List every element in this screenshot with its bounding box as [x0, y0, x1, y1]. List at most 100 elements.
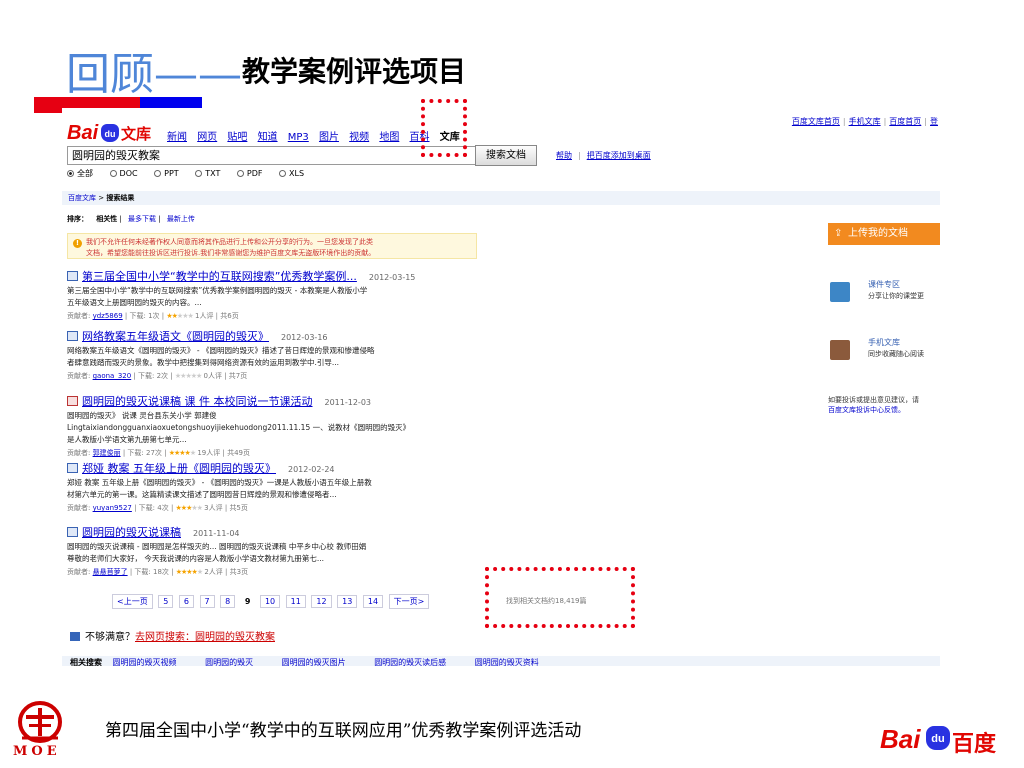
toplink-login[interactable]: 登: [930, 117, 938, 126]
complaint-note: 如要投诉或提出意见建议，请 百度文库投诉中心反馈。: [828, 396, 919, 414]
unsatisfied-prompt: 不够满意？去网页搜索：圆明园的毁灭教案: [70, 628, 275, 643]
nav-images[interactable]: 图片: [319, 132, 339, 143]
toplink-wenku-home[interactable]: 百度文库首页: [792, 117, 840, 126]
toplink-mobile-wenku[interactable]: 手机文库: [849, 117, 881, 126]
nav-web[interactable]: 网页: [197, 132, 217, 143]
result-title-link[interactable]: 郑娅 教案 五年级上册《圆明园的毁灭》: [82, 462, 276, 475]
result-date: 2012-02-24: [288, 465, 335, 474]
highlight-result-count: [485, 567, 635, 628]
logo-baidu-text: 百度: [952, 732, 997, 757]
filetype-all[interactable]: 全部: [67, 169, 93, 178]
result-title-link[interactable]: 圆明园的毁灭说课稿: [82, 526, 181, 539]
footer-caption: 第四届全国中小学“教学中的互联网应用”优秀教学案例评选活动: [105, 721, 582, 741]
related-item[interactable]: 圆明园的毁灭: [205, 658, 253, 666]
pager-next[interactable]: 下一页>: [388, 594, 430, 609]
top-links: 百度文库首页 | 手机文库 | 百度首页 | 登: [791, 117, 938, 126]
filetype-pdf[interactable]: PDF: [236, 169, 263, 178]
result-item: 圆明园的毁灭说课稿 2011-11-04 圆明园的毁灭说课稿 - 圆明园是怎样毁灭…: [67, 524, 487, 577]
contributor-link[interactable]: 郭建俊丽: [93, 449, 121, 457]
nav-video[interactable]: 视频: [349, 132, 369, 143]
radio-icon: [154, 170, 162, 177]
filetype-doc[interactable]: DOC: [109, 169, 138, 178]
nav-tieba[interactable]: 贴吧: [227, 132, 247, 143]
baidu-wenku-logo[interactable]: Bai du 文库: [67, 122, 159, 144]
nav-zhidao[interactable]: 知道: [258, 132, 278, 143]
result-title-link[interactable]: 网络教案五年级语文《圆明园的毁灭》: [82, 330, 269, 343]
pager-page[interactable]: 8: [220, 595, 236, 608]
sidebar-mobile-wenku[interactable]: 手机文库 同步收藏随心阅读: [828, 337, 940, 367]
nav-news[interactable]: 新闻: [167, 132, 187, 143]
search-button[interactable]: 搜索文档: [475, 145, 537, 166]
doc-icon: [67, 331, 78, 341]
filetype-xls[interactable]: XLS: [279, 169, 304, 178]
contributor-link[interactable]: yuyan9527: [93, 504, 132, 512]
search-input[interactable]: 圆明园的毁灭教案: [67, 146, 477, 165]
moe-text: MOE: [13, 744, 61, 759]
doc-icon: [67, 527, 78, 537]
radio-selected-icon: [67, 170, 74, 177]
result-desc: 尊敬的老师们大家好， 今天我说课的内容是人教版小学语文教材第九册第七...: [67, 554, 325, 563]
pager-page[interactable]: 13: [337, 595, 358, 608]
logo-wenku-text: 文库: [121, 125, 152, 143]
web-search-icon: [70, 632, 80, 641]
sort-newest[interactable]: 最新上传: [167, 215, 195, 223]
pager-page[interactable]: 12: [311, 595, 332, 608]
filetype-ppt[interactable]: PPT: [154, 169, 179, 178]
slide-title-review: 回顾——: [66, 49, 242, 100]
help-link[interactable]: 帮助: [556, 151, 572, 160]
related-item[interactable]: 圆明园的毁灭视频: [113, 658, 177, 666]
pager-page[interactable]: 6: [178, 595, 194, 608]
result-title-link[interactable]: 第三届全国中小学“教学中的互联网搜索”优秀教学案例...: [82, 270, 357, 283]
sort-most-downloads[interactable]: 最多下载: [128, 215, 156, 223]
pager-prev[interactable]: <上一页: [112, 594, 153, 609]
nav-mp3[interactable]: MP3: [288, 132, 309, 143]
nav-map[interactable]: 地图: [379, 132, 399, 143]
star-rating: ★★★★★: [168, 449, 196, 457]
result-item: 第三届全国中小学“教学中的互联网搜索”优秀教学案例... 2012-03-15 第…: [67, 268, 487, 321]
related-label: 相关搜索: [70, 658, 102, 666]
star-rating: ★★★★★: [175, 504, 203, 512]
contributor-link[interactable]: 悬悬苜萝了: [93, 568, 128, 576]
warning-icon: !: [73, 239, 82, 248]
contributor-link[interactable]: gaona_320: [93, 372, 132, 380]
toplink-baidu-home[interactable]: 百度首页: [889, 117, 921, 126]
radio-icon: [279, 170, 287, 177]
doc-icon: [67, 271, 78, 281]
complaint-center-link[interactable]: 百度文库投诉中心反馈。: [828, 406, 905, 414]
pager-page[interactable]: 11: [285, 595, 306, 608]
result-date: 2011-12-03: [324, 398, 372, 407]
sidebar-courseware[interactable]: 课件专区 分享让你的课堂更: [828, 279, 940, 309]
breadcrumb-current: 搜索结果: [106, 194, 135, 202]
result-meta: 贡献者: 悬悬苜萝了 | 下载: 18次 | ★★★★★ 2人评 | 共3页: [67, 568, 249, 576]
result-title-link[interactable]: 圆明园的毁灭说课稿 课 件 本校同说一节课活动: [82, 395, 313, 408]
web-search-link[interactable]: 去网页搜索：圆明园的毁灭教案: [135, 632, 275, 643]
pager-page[interactable]: 14: [362, 595, 384, 608]
result-item: 网络教案五年级语文《圆明园的毁灭》 2012-03-16 网络教案五年级语文《圆明…: [67, 328, 487, 381]
sort-relevance[interactable]: 相关性: [96, 215, 117, 223]
related-item[interactable]: 圆明园的毁灭读后感: [374, 658, 446, 666]
breadcrumb: 百度文库 > 搜索结果: [62, 191, 940, 205]
result-desc: 材第六单元的第一课。这篇精读课文描述了圆明园昔日辉煌的景观和惨遭侵略者...: [67, 490, 337, 499]
star-rating: ★★★★★: [166, 312, 193, 320]
result-desc: 郑娅 教案 五年级上册《圆明园的毁灭》 - 《圆明园的毁灭》一课是人教版小语五年…: [67, 478, 372, 487]
highlight-wenku-tab: [421, 99, 467, 157]
filetype-txt[interactable]: TXT: [195, 169, 220, 178]
radio-icon: [109, 170, 117, 177]
breadcrumb-home[interactable]: 百度文库: [68, 194, 96, 202]
result-item: 郑娅 教案 五年级上册《圆明园的毁灭》 2012-02-24 郑娅 教案 五年级上…: [67, 460, 487, 513]
result-desc: 圆明园的毁灭说课稿 - 圆明园是怎样毁灭的... 圆明园的毁灭说课稿 中平乡中心…: [67, 542, 367, 551]
star-rating: ★★★★★: [174, 372, 202, 380]
radio-icon: [195, 170, 203, 177]
pager-page[interactable]: 5: [158, 595, 174, 608]
pager-page[interactable]: 10: [259, 595, 281, 608]
logo-bai-text: Bai: [67, 122, 99, 144]
logo-bai-text: Bai: [880, 724, 921, 754]
add-to-desktop-link[interactable]: 把百度添加到桌面: [587, 151, 651, 160]
related-item[interactable]: 圆明园的毁灭资料: [475, 658, 539, 666]
related-item[interactable]: 圆明园的毁灭图片: [282, 658, 346, 666]
pager-page[interactable]: 7: [199, 595, 215, 608]
upload-doc-button[interactable]: ⇪ 上传我的文档: [828, 223, 940, 245]
contributor-link[interactable]: ydz5869: [93, 312, 123, 320]
related-searches: 相关搜索 圆明园的毁灭视频 圆明园的毁灭 圆明园的毁灭图片 圆明园的毁灭读后感 …: [62, 656, 940, 666]
result-desc: 者肆意践踏而毁灭的景象。教学中把搜集到得网络资源有效的运用到教学中.引导...: [67, 358, 340, 367]
